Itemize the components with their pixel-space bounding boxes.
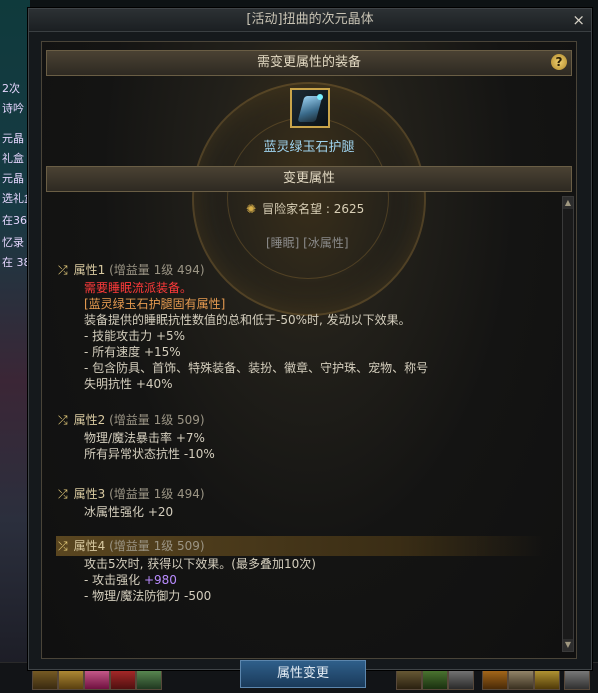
scrollbar[interactable]: ▲ ▼ [562, 196, 574, 652]
attribute-block[interactable]: ⤮ 属性2 (增益量 1级 509) 物理/魔法暴击率 +7% 所有异常状态抗性 … [56, 410, 546, 462]
close-icon[interactable]: × [572, 9, 585, 31]
attribute-gain: (增益量 1级 509) [109, 413, 205, 427]
attribute-name: 属性2 [73, 413, 106, 427]
bg-text: 礼盒 [2, 152, 24, 165]
item-name: 蓝灵绿玉石护腿 [263, 140, 355, 155]
attribute-line: 装备提供的睡眠抗性数值的总和低于-50%时, 发动以下效果。 [84, 313, 411, 327]
help-icon[interactable]: ? [551, 54, 567, 70]
attribute-line: 攻击5次时, 获得以下效果。(最多叠加10次) [84, 557, 316, 571]
attribute-gain: (增益量 1级 494) [109, 487, 205, 501]
game-background-left: 2次 诗吟 元晶 礼盒 元晶 选礼盒 在36 忆录 在 38 [0, 0, 35, 693]
attribute-section-header: 变更属性 [46, 166, 572, 192]
attribute-line: - 所有速度 +15% [84, 345, 181, 359]
attribute-title: ⤮ 属性4 (增益量 1级 509) [56, 536, 546, 556]
attribute-title: ⤮ 属性1 (增益量 1级 494) [56, 260, 546, 280]
shuffle-icon: ⤮ [58, 413, 68, 427]
attribute-line: 所有异常状态抗性 -10% [84, 447, 215, 461]
scroll-up-icon[interactable]: ▲ [563, 197, 573, 209]
bg-text: 诗吟 [2, 102, 24, 115]
attribute-line: 失明抗性 +40% [84, 377, 173, 391]
change-attribute-button[interactable]: 属性变更 [240, 660, 366, 688]
shuffle-icon: ⤮ [58, 487, 68, 501]
shuffle-icon: ⤮ [58, 539, 68, 553]
fame-label: 冒险家名望 : 2625 [262, 202, 365, 216]
gem-icon [317, 94, 323, 100]
attribute-tags: [睡眠] [冰属性] [266, 236, 349, 250]
scroll-down-icon[interactable]: ▼ [563, 639, 573, 651]
attribute-line: 需要睡眠流派装备。 [84, 281, 193, 295]
attribute-name: 属性3 [73, 487, 106, 501]
bg-text: 2次 [2, 82, 20, 95]
adventurer-fame: ✺ 冒险家名望 : 2625 [246, 200, 364, 217]
attribute-line: - 攻击强化 +980 [56, 572, 546, 588]
equipment-section-title: 需变更属性的装备 [256, 55, 361, 70]
equipment-section-header: 需变更属性的装备 ? [46, 50, 572, 76]
attribute-title: ⤮ 属性2 (增益量 1级 509) [56, 410, 546, 430]
bg-text: 元晶 [2, 172, 24, 185]
attribute-block[interactable]: ⤮ 属性3 (增益量 1级 494) 冰属性强化 +20 [56, 484, 546, 520]
main-panel: 需变更属性的装备 ? 蓝灵绿玉石护腿 变更属性 ✺ 冒险家名望 : 2625 [睡… [41, 41, 577, 659]
attribute-line: - 包含防具、首饰、特殊装备、装扮、徽章、守护珠、宠物、称号 [84, 361, 429, 375]
attribute-block-selected[interactable]: ⤮ 属性4 (增益量 1级 509) 攻击5次时, 获得以下效果。(最多叠加10次… [56, 536, 546, 604]
attribute-name: 属性1 [73, 263, 106, 277]
window-titlebar[interactable]: [活动]扭曲的次元晶体 × [29, 9, 591, 32]
equipment-slot[interactable] [290, 88, 330, 128]
bg-text: 忆录 [2, 236, 24, 249]
attribute-line: - 物理/魔法防御力 -500 [84, 589, 212, 603]
attribute-name: 属性4 [73, 539, 106, 553]
bg-text: 在 38 [2, 256, 31, 269]
attribute-line: - 技能攻击力 +5% [84, 329, 186, 343]
attribute-list[interactable]: ✺ 冒险家名望 : 2625 [睡眠] [冰属性] ⤮ 属性1 (增益量 1级 49… [56, 196, 560, 650]
window-title: [活动]扭曲的次元晶体 [246, 12, 374, 27]
attribute-gain: (增益量 1级 494) [109, 263, 205, 277]
crystal-dialog: [活动]扭曲的次元晶体 × 需变更属性的装备 ? 蓝灵绿玉石护腿 变更属性 ✺ 冒… [28, 8, 592, 670]
bg-text: 元晶 [2, 132, 24, 145]
fame-icon: ✺ [246, 202, 257, 216]
attribute-line: [蓝灵绿玉石护腿固有属性] [84, 297, 226, 311]
attribute-section-title: 变更属性 [282, 171, 335, 186]
attribute-line-text: - 攻击强化 [84, 573, 144, 587]
bg-text: 在36 [2, 214, 27, 227]
shuffle-icon: ⤮ [58, 263, 68, 277]
attribute-block[interactable]: ⤮ 属性1 (增益量 1级 494) 需要睡眠流派装备。 [蓝灵绿玉石护腿固有属性… [56, 260, 546, 392]
attribute-line-value: +980 [143, 573, 177, 587]
attribute-gain: (增益量 1级 509) [109, 539, 205, 553]
attribute-title: ⤮ 属性3 (增益量 1级 494) [56, 484, 546, 504]
attribute-line: 冰属性强化 +20 [84, 505, 174, 519]
attribute-line: 物理/魔法暴击率 +7% [84, 431, 205, 445]
